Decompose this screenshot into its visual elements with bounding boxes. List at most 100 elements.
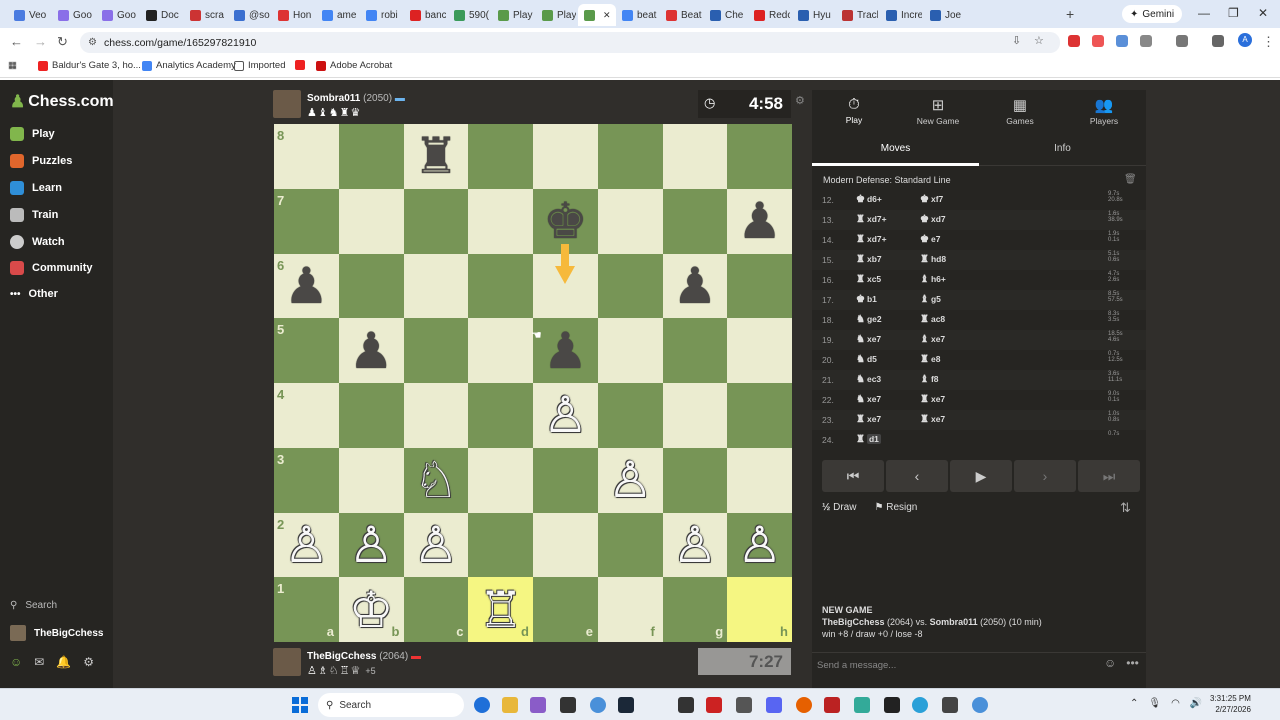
square-h5[interactable]: [727, 318, 792, 383]
square-b3[interactable]: [338, 447, 404, 513]
square-f2[interactable]: [597, 512, 663, 578]
browser-tab[interactable]: scra: [184, 4, 226, 26]
square-e8[interactable]: [533, 124, 598, 189]
black-move[interactable]: ♝ xe7: [920, 334, 945, 345]
sidebar-item-community[interactable]: Community: [10, 261, 93, 275]
next-move-button[interactable]: ›: [1014, 460, 1076, 492]
white-move[interactable]: ♜ xc5: [856, 274, 881, 285]
draw-button[interactable]: ½ Draw: [822, 502, 856, 513]
tab-play[interactable]: ⏱ Play: [812, 96, 896, 125]
browser-tab[interactable]: 590(: [448, 4, 490, 26]
microphone-icon[interactable]: 🎙: [1148, 698, 1161, 709]
square-b7[interactable]: [338, 188, 404, 254]
taskbar-search[interactable]: ⚲ Search: [318, 693, 464, 717]
square-c5[interactable]: [403, 318, 469, 383]
square-h3[interactable]: [727, 447, 792, 513]
app-icon[interactable]: [884, 697, 900, 713]
app-icon[interactable]: [678, 697, 694, 713]
black-move[interactable]: ♝ g5: [920, 294, 941, 305]
app-icon[interactable]: [942, 697, 958, 713]
windows-start-icon[interactable]: [292, 697, 308, 713]
profile-avatar-icon[interactable]: A: [1238, 33, 1252, 47]
browser-tab[interactable]: banc: [404, 4, 446, 26]
menu-dots-icon[interactable]: ⋮: [1262, 34, 1275, 50]
sidebar-search[interactable]: ⚲ Search: [10, 600, 57, 611]
black-move[interactable]: ♜ e8: [920, 354, 940, 365]
settings-gear-icon[interactable]: ⚙: [83, 655, 94, 669]
tab-new-game[interactable]: ⊞ New Game: [896, 96, 980, 126]
extensions-puzzle-icon[interactable]: [1140, 35, 1152, 47]
white-move[interactable]: ♜ xe7: [856, 414, 881, 425]
square-d3[interactable]: [468, 447, 533, 513]
browser-tab[interactable]: Play: [492, 4, 534, 26]
black-move[interactable]: ♜ hd8: [920, 254, 946, 265]
square-g5[interactable]: [662, 318, 728, 383]
address-bar[interactable]: ⚙ chess.com/game/165297821910: [80, 32, 1060, 53]
piece-h2[interactable]: ♙: [727, 513, 792, 578]
board-settings-gear-icon[interactable]: ⚙: [795, 94, 805, 107]
downloads-icon[interactable]: [1212, 35, 1224, 47]
browser-tab[interactable]: Beat: [660, 4, 702, 26]
square-f6[interactable]: [597, 253, 663, 319]
forward-icon[interactable]: →: [34, 34, 47, 49]
back-icon[interactable]: ←: [10, 34, 23, 49]
square-d8[interactable]: [468, 124, 533, 189]
square-c4[interactable]: [403, 383, 469, 448]
black-move[interactable]: ♚ xd7: [920, 214, 946, 225]
player-name[interactable]: TheBigCchess (2064) ▬: [307, 651, 421, 662]
resign-button[interactable]: ⚑ Resign: [874, 502, 917, 513]
white-move[interactable]: ♚ d6+: [856, 194, 882, 205]
browser-tab[interactable]: Play: [536, 4, 576, 26]
black-move[interactable]: ♜ ac8: [920, 314, 945, 325]
square-d7[interactable]: [468, 188, 533, 254]
square-d5[interactable]: [468, 318, 533, 383]
bookmark-item[interactable]: Adobe Acrobat: [316, 60, 392, 71]
opponent-name[interactable]: Sombra011 (2050) ▬: [307, 93, 405, 104]
reload-icon[interactable]: ↻: [57, 34, 68, 50]
browser-tab[interactable]: Che: [704, 4, 746, 26]
sidebar-item-play[interactable]: Play: [10, 127, 55, 141]
browser-tab[interactable]: ✕: [578, 4, 616, 26]
black-move[interactable]: ♝ f8: [920, 374, 939, 385]
opponent-avatar[interactable]: [273, 90, 301, 118]
square-e3[interactable]: [533, 447, 598, 513]
square-h4[interactable]: [727, 383, 792, 448]
black-move[interactable]: ♚ xf7: [920, 194, 943, 205]
bookmark-folder[interactable]: Imported: [234, 60, 286, 71]
chrome-icon[interactable]: [590, 697, 606, 713]
white-move[interactable]: ♜ d1: [856, 434, 881, 445]
black-move[interactable]: ♜ xe7: [920, 414, 945, 425]
tab-info[interactable]: Info: [979, 143, 1146, 154]
browser-tab[interactable]: Hon: [272, 4, 314, 26]
square-g3[interactable]: [662, 447, 728, 513]
square-g8[interactable]: [662, 124, 728, 189]
piece-c2[interactable]: ♙: [404, 513, 469, 578]
white-move[interactable]: ♞ xe7: [856, 394, 881, 405]
white-move[interactable]: ♞ ge2: [856, 314, 882, 325]
piece-c8[interactable]: ♜: [404, 124, 469, 189]
chess-board[interactable]: 8 7 6 5 4 3 2 1 a b c d e f g h ♜ ♚ ♟ ♟ ♟ ♟ ♟ ♙ ♘ ♙ ♙ ♙ ♙ ♙ ♙ ♔ ♖: [274, 124, 792, 642]
square-h6[interactable]: [727, 253, 792, 319]
extension-icon[interactable]: [1116, 35, 1128, 47]
square-f5[interactable]: [597, 318, 663, 383]
square-h8[interactable]: [727, 124, 792, 189]
bookmark-star-icon[interactable]: ☆: [1034, 34, 1044, 47]
browser-tab[interactable]: Redc: [748, 4, 790, 26]
black-move[interactable]: ♜ xe7: [920, 394, 945, 405]
square-c6[interactable]: [403, 253, 469, 319]
sidebar-item-puzzles[interactable]: Puzzles: [10, 154, 72, 168]
tab-moves[interactable]: Moves: [812, 143, 979, 154]
piece-g2[interactable]: ♙: [663, 513, 728, 578]
square-f4[interactable]: [597, 383, 663, 448]
opening-name[interactable]: Modern Defense: Standard Line: [823, 175, 951, 185]
system-clock[interactable]: 3:31:25 PM 2/27/2026: [1210, 693, 1251, 715]
app-icon[interactable]: [560, 697, 576, 713]
browser-tab[interactable]: Goo: [52, 4, 94, 26]
square-d4[interactable]: [468, 383, 533, 448]
tab-players[interactable]: 👥 Players: [1062, 96, 1146, 126]
sidebar-item-other[interactable]: ••• Other: [10, 288, 58, 300]
notifications-bell-icon[interactable]: 🔔: [56, 655, 71, 669]
square-f8[interactable]: [597, 124, 663, 189]
friends-icon[interactable]: ☺: [10, 655, 22, 669]
tab-games[interactable]: ▦ Games: [978, 96, 1062, 126]
